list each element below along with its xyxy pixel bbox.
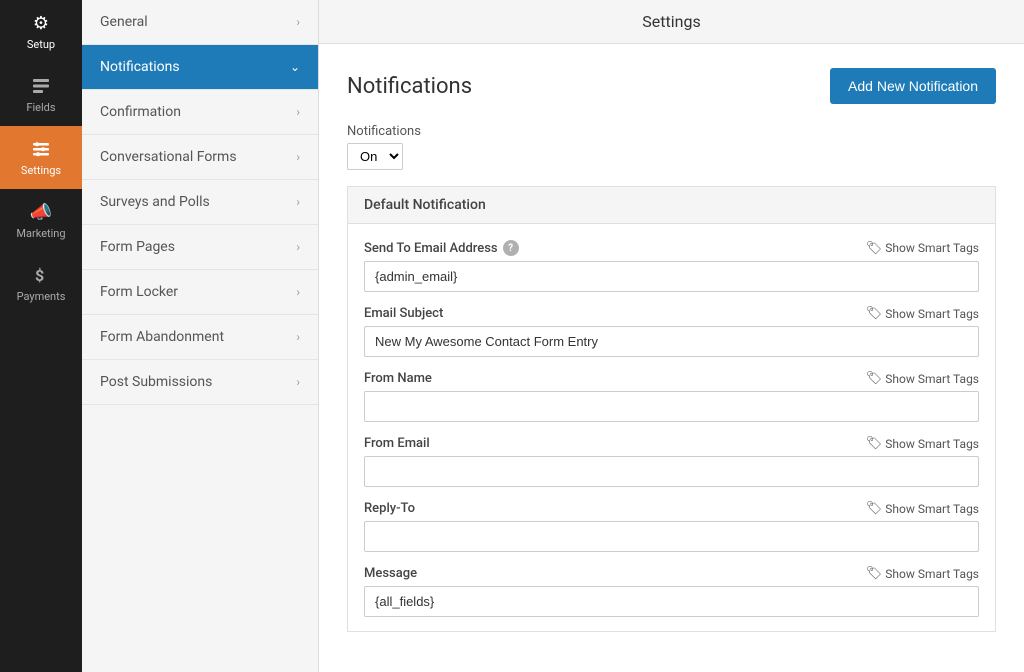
tag-icon: 🏷 [866, 306, 883, 321]
chevron-right-icon: › [296, 150, 300, 164]
sidebar-item-marketing[interactable]: 📣 Marketing [0, 189, 82, 252]
smart-tags-link-message[interactable]: 🏷 Show Smart Tags [866, 566, 979, 581]
sidebar-item-marketing-label: Marketing [16, 227, 65, 240]
field-send-to-email: Send To Email Address ? 🏷 Show Smart Tag… [364, 240, 979, 292]
field-from-email-label-row: From Email 🏷 Show Smart Tags [364, 436, 979, 451]
page-title: Notifications [347, 74, 472, 99]
nav-item-form-locker-label: Form Locker [100, 284, 178, 300]
chevron-right-icon: › [296, 240, 300, 254]
sidebar-item-payments-label: Payments [17, 290, 66, 303]
chevron-right-icon: › [296, 105, 300, 119]
reply-to-input[interactable] [364, 521, 979, 552]
content-header: Notifications Add New Notification [347, 68, 996, 104]
field-email-subject-label: Email Subject [364, 306, 443, 321]
field-message-label: Message [364, 566, 417, 581]
nav-item-surveys-polls[interactable]: Surveys and Polls › [82, 180, 318, 225]
nav-item-general[interactable]: General › [82, 0, 318, 45]
chevron-right-icon: › [296, 330, 300, 344]
svg-text:$: $ [35, 266, 44, 285]
field-reply-to-label: Reply-To [364, 501, 415, 516]
field-from-email-label: From Email [364, 436, 430, 451]
add-new-notification-button[interactable]: Add New Notification [830, 68, 996, 104]
chevron-right-icon: › [296, 15, 300, 29]
field-email-subject-label-row: Email Subject 🏷 Show Smart Tags [364, 306, 979, 321]
from-name-input[interactable] [364, 391, 979, 422]
marketing-icon: 📣 [30, 201, 52, 223]
nav-item-form-abandonment[interactable]: Form Abandonment › [82, 315, 318, 360]
sidebar-item-setup-label: Setup [27, 38, 55, 51]
field-send-to-email-label-row: Send To Email Address ? 🏷 Show Smart Tag… [364, 240, 979, 256]
content-area: Notifications Add New Notification Notif… [319, 44, 1024, 672]
smart-tags-link-reply-to[interactable]: 🏷 Show Smart Tags [866, 501, 979, 516]
smart-tags-link-from-email[interactable]: 🏷 Show Smart Tags [866, 436, 979, 451]
field-send-to-email-label: Send To Email Address ? [364, 240, 519, 256]
field-reply-to: Reply-To 🏷 Show Smart Tags [364, 501, 979, 552]
nav-item-general-label: General [100, 14, 148, 30]
sidebar-item-setup[interactable]: ⚙ Setup [0, 0, 82, 63]
field-from-name: From Name 🏷 Show Smart Tags [364, 371, 979, 422]
notifications-toggle-row: Notifications On Off [347, 124, 996, 170]
nav-item-confirmation-label: Confirmation [100, 104, 181, 120]
nav-item-surveys-polls-label: Surveys and Polls [100, 194, 210, 210]
field-email-subject: Email Subject 🏷 Show Smart Tags [364, 306, 979, 357]
nav-item-form-pages[interactable]: Form Pages › [82, 225, 318, 270]
chevron-right-icon: › [296, 285, 300, 299]
field-from-name-label-row: From Name 🏷 Show Smart Tags [364, 371, 979, 386]
tag-icon: 🏷 [866, 566, 883, 581]
nav-item-notifications-label: Notifications [100, 59, 180, 75]
tag-icon: 🏷 [866, 241, 883, 256]
tag-icon: 🏷 [866, 501, 883, 516]
smart-tags-link-from-name[interactable]: 🏷 Show Smart Tags [866, 371, 979, 386]
nav-item-form-abandonment-label: Form Abandonment [100, 329, 224, 345]
sidebar-item-fields[interactable]: Fields [0, 63, 82, 126]
notifications-toggle-select[interactable]: On Off [347, 143, 403, 170]
message-input[interactable] [364, 586, 979, 617]
payments-icon: $ [30, 264, 52, 286]
send-to-email-input[interactable] [364, 261, 979, 292]
smart-tags-link-subject[interactable]: 🏷 Show Smart Tags [866, 306, 979, 321]
notification-form: Send To Email Address ? 🏷 Show Smart Tag… [347, 224, 996, 632]
nav-item-form-locker[interactable]: Form Locker › [82, 270, 318, 315]
setup-icon: ⚙ [30, 12, 52, 34]
field-message: Message 🏷 Show Smart Tags [364, 566, 979, 617]
chevron-right-icon: › [296, 375, 300, 389]
sidebar-item-settings[interactable]: Settings [0, 126, 82, 189]
nav-item-post-submissions[interactable]: Post Submissions › [82, 360, 318, 405]
sidebar-item-fields-label: Fields [26, 101, 55, 114]
nav-item-conversational-forms[interactable]: Conversational Forms › [82, 135, 318, 180]
help-icon[interactable]: ? [503, 240, 519, 256]
tag-icon: 🏷 [866, 371, 883, 386]
nav-item-post-submissions-label: Post Submissions [100, 374, 212, 390]
top-bar: Settings [319, 0, 1024, 44]
fields-icon [30, 75, 52, 97]
smart-tags-link-email[interactable]: 🏷 Show Smart Tags [866, 241, 979, 256]
field-reply-to-label-row: Reply-To 🏷 Show Smart Tags [364, 501, 979, 516]
chevron-down-icon: ⌄ [290, 60, 300, 74]
nav-item-form-pages-label: Form Pages [100, 239, 175, 255]
nav-item-conversational-forms-label: Conversational Forms [100, 149, 237, 165]
notifications-toggle-label: Notifications [347, 124, 996, 139]
default-notification-header: Default Notification [347, 186, 996, 224]
email-subject-input[interactable] [364, 326, 979, 357]
field-message-label-row: Message 🏷 Show Smart Tags [364, 566, 979, 581]
chevron-right-icon: › [296, 195, 300, 209]
from-email-input[interactable] [364, 456, 979, 487]
main-content-wrapper: Settings Notifications Add New Notificat… [319, 0, 1024, 672]
field-from-name-label: From Name [364, 371, 432, 386]
nav-item-confirmation[interactable]: Confirmation › [82, 90, 318, 135]
secondary-sidebar: General › Notifications ⌄ Confirmation ›… [82, 0, 319, 672]
nav-item-notifications[interactable]: Notifications ⌄ [82, 45, 318, 90]
sidebar-item-settings-label: Settings [21, 164, 61, 177]
icon-sidebar: ⚙ Setup Fields Settings 📣 Market [0, 0, 82, 672]
settings-icon [30, 138, 52, 160]
sidebar-item-payments[interactable]: $ Payments [0, 252, 82, 315]
top-bar-title: Settings [642, 12, 700, 31]
field-from-email: From Email 🏷 Show Smart Tags [364, 436, 979, 487]
tag-icon: 🏷 [866, 436, 883, 451]
